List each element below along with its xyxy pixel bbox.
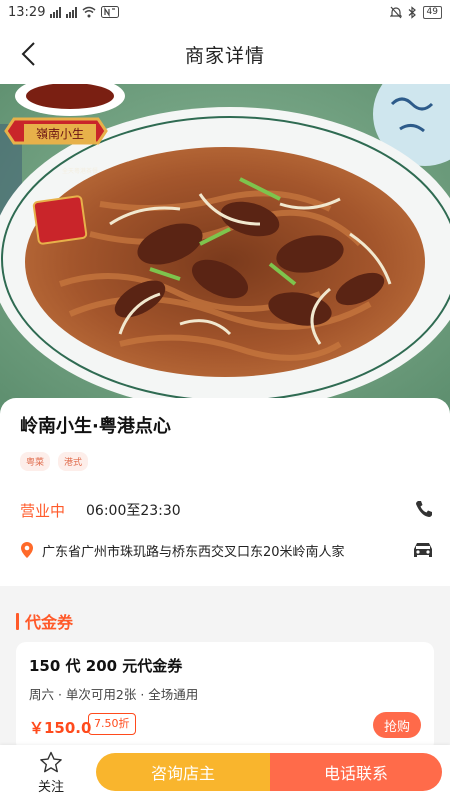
- back-button[interactable]: [14, 40, 42, 68]
- battery-icon: 49: [422, 5, 442, 19]
- nfc-icon: [101, 6, 120, 18]
- food-photo: 嶺南小生 全天粵港茶餐: [0, 84, 450, 414]
- bottom-bar: 关注 咨询店主 电话联系: [0, 745, 450, 800]
- call-button[interactable]: 电话联系: [270, 753, 442, 791]
- page-title: 商家详情: [184, 44, 265, 67]
- section-accent-bar: [16, 612, 19, 630]
- logo-text: 嶺南小生: [36, 126, 84, 141]
- consult-owner-button[interactable]: 咨询店主: [96, 753, 270, 791]
- car-icon[interactable]: [410, 538, 436, 562]
- status-right: 49: [389, 5, 442, 19]
- voucher-discount-badge: 7.50折: [88, 713, 136, 735]
- shop-tags: 粤菜 港式: [20, 452, 89, 471]
- voucher-section-header: 代金券: [16, 609, 73, 633]
- bluetooth-icon: [408, 5, 416, 19]
- buy-button[interactable]: 抢购: [373, 712, 421, 738]
- wifi-icon: [82, 6, 96, 18]
- hours-row: 营业中 06:00至23:30: [20, 498, 436, 522]
- signal-icon: [50, 6, 62, 18]
- voucher-desc: 周六 · 单次可用2张 · 全场通用: [29, 687, 199, 702]
- star-icon: [40, 751, 62, 773]
- chevron-left-icon: [21, 42, 35, 66]
- voucher-section-title: 代金券: [25, 613, 74, 632]
- voucher-price: ￥150.0: [29, 719, 92, 737]
- status-bar: 13:29 49: [0, 0, 450, 24]
- tag-cuisine: 粤菜: [20, 452, 51, 471]
- voucher-title: 150 代 200 元代金券: [29, 657, 183, 675]
- signal-icon-2: [66, 6, 78, 18]
- status-left: 13:29: [8, 4, 120, 20]
- business-hours: 06:00至23:30: [86, 503, 181, 519]
- follow-button[interactable]: 关注: [28, 751, 74, 797]
- open-status: 营业中: [20, 501, 66, 520]
- voucher-card[interactable]: 150 代 200 元代金券 周六 · 单次可用2张 · 全场通用 ￥150.0…: [16, 642, 434, 752]
- tag-style: 港式: [58, 452, 89, 471]
- logo-subtext: 全天粵港茶餐: [62, 167, 98, 175]
- address-row[interactable]: 广东省广州市珠玑路与桥东西交叉口东20米岭南人家: [20, 538, 436, 562]
- shop-info-card: 岭南小生·粤港点心 粤菜 港式 营业中 06:00至23:30 广东省广州市珠玑…: [0, 398, 450, 586]
- status-time: 13:29: [8, 4, 46, 20]
- follow-label: 关注: [37, 780, 64, 795]
- phone-icon[interactable]: [412, 498, 436, 522]
- location-pin-icon: [21, 542, 33, 558]
- title-bar: 商家详情: [0, 24, 450, 84]
- bell-off-icon: [389, 6, 402, 18]
- hero-image: 嶺南小生 全天粵港茶餐: [0, 84, 450, 414]
- shop-address: 广东省广州市珠玑路与桥东西交叉口东20米岭南人家: [42, 544, 345, 560]
- shop-name: 岭南小生·粤港点心: [20, 416, 171, 437]
